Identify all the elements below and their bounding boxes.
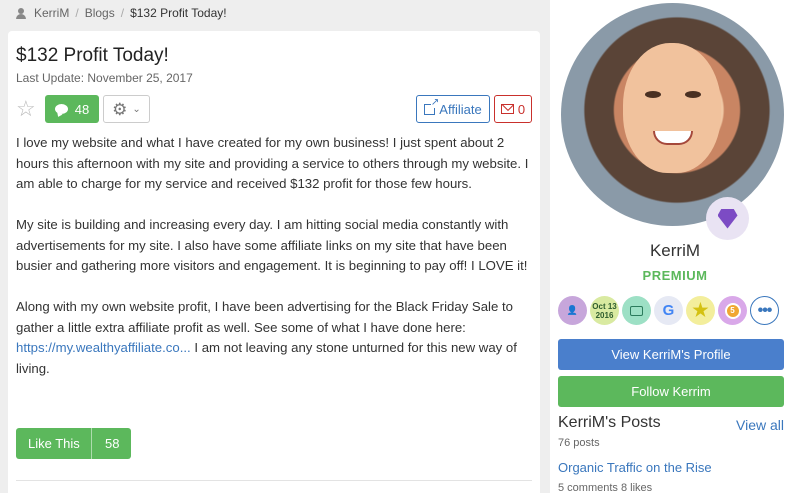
breadcrumb-separator: / — [120, 6, 125, 20]
chevron-down-icon: ⌄ — [132, 103, 141, 115]
star-icon[interactable]: ★ — [686, 296, 715, 325]
user-icon — [16, 7, 26, 19]
post-paragraph-text: Along with my own website profit, I have… — [16, 299, 513, 335]
star-icon[interactable]: ☆ — [16, 98, 36, 120]
gear-icon: ⚙ — [112, 99, 128, 119]
view-all-link[interactable]: View all — [736, 417, 784, 433]
like-button[interactable]: Like This 58 — [16, 428, 131, 459]
comment-icon — [54, 104, 68, 114]
posts-title: KerriM's Posts — [558, 414, 661, 431]
google-icon[interactable]: G — [654, 296, 683, 325]
comments-button[interactable]: 48 — [45, 95, 99, 123]
avatar-face — [623, 43, 721, 173]
comments-count: 48 — [74, 101, 90, 117]
post-paragraph: I love my website and what I have create… — [16, 135, 529, 191]
membership-level: PREMIUM — [642, 268, 708, 283]
divider — [16, 480, 532, 481]
badge-date: Oct 13 — [592, 301, 617, 311]
latest-post-meta: 5 comments 8 likes — [558, 482, 653, 493]
affiliate-button[interactable]: Affiliate — [416, 95, 490, 123]
badge-year: 2016 — [595, 310, 614, 320]
message-count: 0 — [517, 101, 526, 117]
post-toolbar: ☆ 48 ⚙ ⌄ Affiliate 0 — [16, 95, 532, 125]
affiliate-link[interactable]: https://my.wealthyaffiliate.co... — [16, 340, 191, 355]
website-icon[interactable] — [622, 296, 651, 325]
profile-name: KerriM — [649, 241, 701, 260]
view-profile-button[interactable]: View KerriM's Profile — [558, 339, 784, 370]
badge-row: 👤 Oct 13 2016 G ★ 5 ••• — [558, 296, 788, 326]
user-add-icon[interactable]: 👤 — [558, 296, 587, 325]
avatar-eye — [645, 91, 661, 98]
medal-icon[interactable]: 5 — [718, 296, 747, 325]
breadcrumb: KerriM / Blogs / $132 Profit Today! — [16, 6, 227, 20]
latest-post-link[interactable]: Organic Traffic on the Rise — [558, 460, 712, 475]
post-title: $132 Profit Today! — [16, 45, 169, 66]
external-link-icon — [424, 97, 440, 115]
like-count: 58 — [91, 428, 119, 459]
post-paragraph: Along with my own website profit, I have… — [16, 297, 532, 379]
more-icon[interactable]: ••• — [750, 296, 779, 325]
post-card: $132 Profit Today! Last Update: November… — [8, 31, 540, 493]
premium-diamond-icon — [706, 197, 749, 240]
gem-icon — [717, 208, 738, 229]
message-button[interactable]: 0 — [494, 95, 532, 123]
breadcrumb-user[interactable]: KerriM — [34, 6, 69, 20]
posts-count: 76 posts — [558, 437, 600, 449]
post-paragraph: My site is building and increasing every… — [16, 217, 528, 273]
avatar-eye — [685, 91, 701, 98]
profile-sidebar: KerriM PREMIUM 👤 Oct 13 2016 G ★ 5 ••• Vi… — [550, 0, 800, 493]
breadcrumb-current: $132 Profit Today! — [130, 6, 227, 20]
like-label: Like This — [28, 436, 80, 451]
settings-dropdown[interactable]: ⚙ ⌄ — [103, 95, 150, 123]
envelope-icon — [500, 104, 514, 114]
post-last-update: Last Update: November 25, 2017 — [16, 71, 193, 85]
affiliate-label: Affiliate — [439, 101, 482, 117]
post-body: I love my website and what I have create… — [16, 133, 532, 400]
breadcrumb-separator: / — [75, 6, 79, 20]
breadcrumb-section[interactable]: Blogs — [85, 6, 115, 20]
avatar[interactable] — [561, 3, 784, 226]
follow-button[interactable]: Follow Kerrim — [558, 376, 784, 407]
calendar-badge[interactable]: Oct 13 2016 — [590, 296, 619, 325]
